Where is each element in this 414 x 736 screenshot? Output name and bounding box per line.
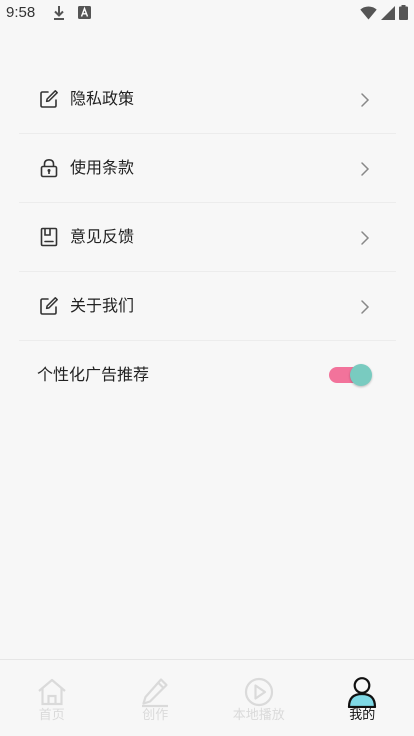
- menu-item-privacy-policy[interactable]: 隐私政策: [19, 65, 396, 134]
- menu-item-feedback[interactable]: 意见反馈: [19, 203, 396, 272]
- personalized-ads-toggle[interactable]: [329, 364, 374, 386]
- menu-item-label: 关于我们: [70, 296, 135, 315]
- profile-icon: [348, 677, 377, 708]
- chevron-right-icon: [361, 162, 370, 176]
- toggle-thumb: [350, 364, 372, 386]
- wifi-icon: [360, 6, 377, 20]
- status-time: 9:58: [6, 4, 36, 21]
- personalized-ads-row: 个性化广告推荐: [19, 341, 396, 410]
- status-icons: [360, 5, 408, 20]
- download-icon: [54, 6, 64, 20]
- edit-icon: [40, 297, 58, 315]
- edit-icon: [40, 90, 58, 108]
- play-icon: [244, 677, 273, 707]
- settings-screen: 9:58 隐私政策 使用条款 意见反馈 关于我们 个性化广告推荐 首页 创作 本…: [0, 0, 414, 736]
- chevron-right-icon: [361, 93, 370, 107]
- feedback-icon: [40, 227, 58, 247]
- app-notification-icon: [78, 6, 91, 19]
- nav-item-create[interactable]: 创作: [104, 660, 208, 736]
- menu-item-label: 意见反馈: [70, 227, 135, 246]
- nav-label: 创作: [142, 708, 169, 723]
- menu-item-terms-of-use[interactable]: 使用条款: [19, 134, 396, 203]
- chevron-right-icon: [361, 300, 370, 314]
- nav-label: 本地播放: [232, 708, 285, 723]
- pen-icon: [142, 678, 169, 708]
- personalized-ads-label: 个性化广告推荐: [37, 365, 150, 384]
- status-bar: 9:58: [0, 0, 414, 28]
- nav-label: 我的: [349, 708, 376, 723]
- signal-icon: [381, 5, 395, 20]
- nav-item-local-play[interactable]: 本地播放: [207, 660, 311, 736]
- battery-icon: [399, 5, 408, 20]
- home-icon: [38, 678, 66, 706]
- bottom-nav: 首页 创作 本地播放 我的: [0, 659, 414, 736]
- nav-label: 首页: [38, 708, 65, 723]
- nav-item-home[interactable]: 首页: [0, 660, 104, 736]
- menu-item-label: 隐私政策: [70, 89, 135, 108]
- menu-item-label: 使用条款: [70, 158, 135, 177]
- nav-item-mine[interactable]: 我的: [311, 660, 414, 736]
- settings-menu: 隐私政策 使用条款 意见反馈 关于我们 个性化广告推荐: [19, 65, 396, 410]
- lock-icon: [40, 158, 58, 178]
- chevron-right-icon: [361, 231, 370, 245]
- menu-item-about-us[interactable]: 关于我们: [19, 272, 396, 341]
